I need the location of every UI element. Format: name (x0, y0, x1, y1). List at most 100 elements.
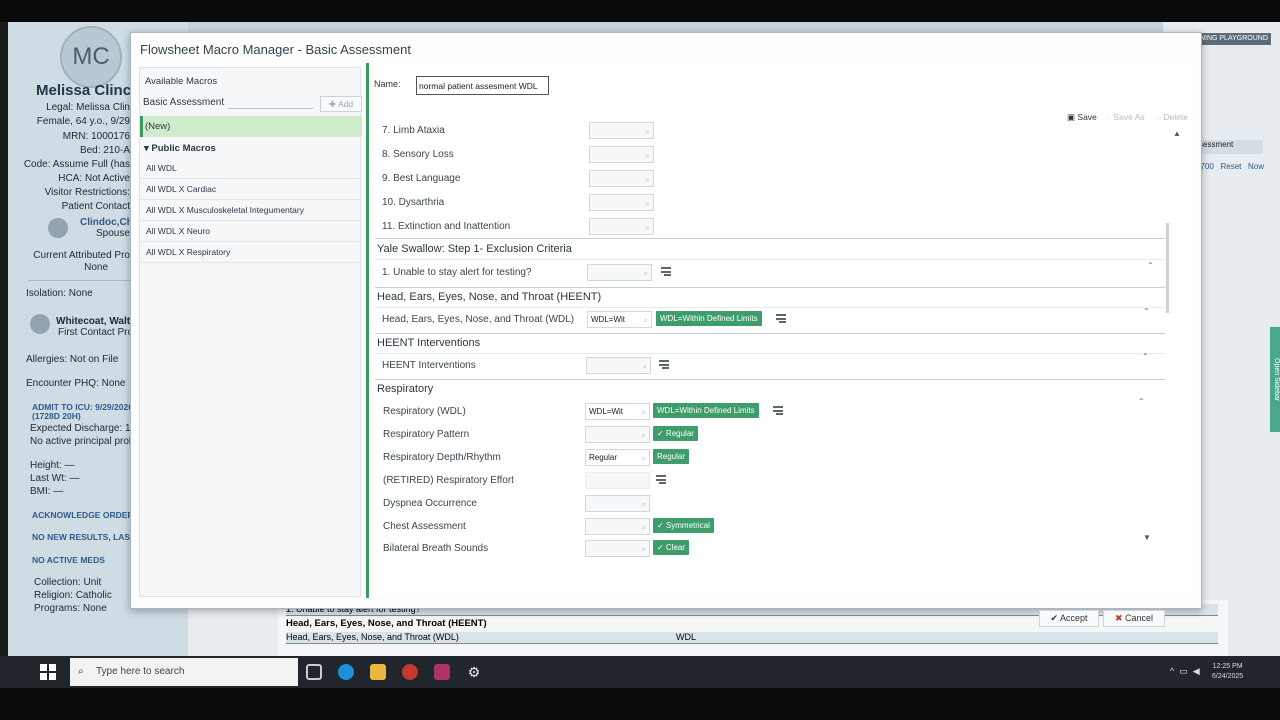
row-label: Head, Ears, Eyes, Nose, and Throat (WDL) (382, 314, 575, 325)
flowsheet-rows: 7. Limb Ataxia ⌕ 8. Sensory Loss ⌕ 9. Be… (371, 121, 1171, 596)
windows-start-icon[interactable] (40, 664, 56, 680)
macro-item-all-wdl-x-respiratory[interactable]: All WDL X Respiratory (140, 242, 362, 263)
row-value-field[interactable]: ⌕ (585, 540, 650, 557)
task-view-icon[interactable] (306, 664, 322, 680)
expected-discharge[interactable]: Expected Discharge: 145 (30, 423, 142, 434)
acknowledge-orders-link[interactable]: ACKNOWLEDGE ORDERS ( (32, 510, 144, 520)
background-time-actions: 0700 Reset Now (1196, 162, 1264, 171)
tray-chevron-icon[interactable]: ^ (1170, 666, 1174, 676)
public-macros-label: Public Macros (151, 143, 216, 154)
first-contact-name[interactable]: Whitecoat, Walt, (56, 316, 133, 327)
add-macro-button[interactable]: ✚ Add (320, 96, 362, 112)
macro-name-input[interactable] (416, 76, 549, 95)
patient-avatar: MC (60, 26, 122, 88)
selection-tag[interactable]: ✓ Symmetrical (653, 518, 714, 533)
religion: Religion: Catholic (34, 590, 112, 601)
row-value-field[interactable]: WDL=Wit ⌕ (585, 403, 650, 420)
no-active-meds-link[interactable]: NO ACTIVE MEDS (32, 555, 105, 565)
file-explorer-icon[interactable] (370, 664, 386, 680)
macro-item-new[interactable]: (New) (140, 116, 362, 137)
macro-item-all-wdl[interactable]: All WDL (140, 158, 362, 179)
row-value-field[interactable]: ⌕ (586, 357, 651, 374)
edge-browser-icon[interactable] (338, 664, 354, 680)
field-value: Regular (589, 453, 618, 462)
epic-app-icon[interactable] (434, 664, 450, 680)
macro-list-panel: Available Macros Basic Assessment ✚ Add … (139, 67, 362, 597)
section-header-yale-swallow: Yale Swallow: Step 1- Exclusion Criteria (377, 243, 572, 255)
comment-icon[interactable] (656, 475, 666, 484)
flowsheet-row: Respiratory Pattern ⌕ ✓ Regular (371, 425, 1161, 447)
taskbar-search-input[interactable]: ⌕ Type here to search (70, 658, 298, 686)
available-macros-label: Available Macros (145, 76, 218, 87)
row-value-field[interactable]: ⌕ (589, 122, 654, 139)
flowsheet-row: 9. Best Language ⌕ (371, 169, 1161, 191)
patient-name[interactable]: Melissa Clinc (36, 82, 131, 99)
desktop: MC Melissa Clinc Legal: Melissa Clin Fem… (8, 22, 1280, 690)
row-label: Respiratory (WDL) (383, 406, 466, 417)
selection-tag[interactable]: ✓ Clear (653, 540, 690, 555)
search-icon: ⌕ (643, 269, 648, 278)
comment-icon[interactable] (659, 360, 669, 369)
allergies[interactable]: Allergies: Not on File (26, 354, 118, 365)
app-icon[interactable] (402, 664, 418, 680)
name-label: Name: (374, 79, 401, 89)
selection-tag[interactable]: Regular (653, 449, 690, 464)
row-value-field[interactable]: ⌕ (589, 170, 654, 187)
row-value-field[interactable]: ⌕ (589, 146, 654, 163)
volume-icon[interactable]: ◀ (1193, 666, 1200, 676)
collection: Collection: Unit (34, 577, 102, 588)
wdl-selection-tag[interactable]: WDL=Within Defined Limits (656, 311, 762, 326)
background-reset-link[interactable]: Reset (1220, 162, 1241, 171)
last-weight: Last Wt: — (30, 473, 80, 484)
row-value-field[interactable]: ⌕ (589, 218, 654, 235)
plus-icon: ✚ (328, 99, 338, 109)
background-assessment-tab[interactable]: ssessment (1193, 140, 1263, 154)
search-icon: ⌕ (645, 151, 650, 160)
comment-icon[interactable] (776, 314, 786, 323)
flowsheet-row: 1. Unable to stay alert for testing? ⌕ (371, 263, 1161, 285)
patient-contact-name[interactable]: Clindoc,Ch (80, 217, 133, 228)
encounter-phq[interactable]: Encounter PHQ: None (26, 378, 126, 389)
comment-icon[interactable] (661, 267, 671, 276)
flowsheet-row: Chest Assessment ⌕ ✓ Symmetrical (371, 517, 1161, 539)
flowsheet-row: (RETIRED) Respiratory Effort (371, 471, 1161, 493)
row-value-field[interactable]: ⌕ (585, 518, 650, 535)
screen: MC Melissa Clinc Legal: Melissa Clin Fem… (0, 0, 1280, 720)
macro-item-all-wdl-x-cardiac[interactable]: All WDL X Cardiac (140, 179, 362, 200)
isolation-status: Isolation: None (26, 288, 93, 299)
public-macros-header[interactable]: ▾ Public Macros (144, 141, 216, 156)
background-now-link[interactable]: Now (1248, 162, 1264, 171)
open-sidebar-tab[interactable]: Open Sidebar (1270, 327, 1280, 432)
field-value: WDL=Wit (591, 315, 625, 324)
macro-editor-panel: Name: ▣ Save ◌ Save As ◌ Delete ▲ ▼ 7. L… (366, 63, 1196, 598)
row-value-field[interactable]: ⌕ (585, 495, 650, 512)
contact-avatar-icon (48, 218, 68, 238)
search-icon: ⌕ (643, 316, 648, 325)
row-label: Respiratory Pattern (383, 429, 470, 440)
section-divider (375, 259, 1165, 260)
row-value-field[interactable]: ⌕ (587, 264, 652, 281)
selection-tag[interactable]: ✓ Regular (653, 426, 698, 441)
macro-item-all-wdl-x-musculoskeletal[interactable]: All WDL X Musculoskeletal Integumentary (140, 200, 362, 221)
comment-icon[interactable] (773, 406, 783, 415)
taskbar-clock[interactable]: 12:25 PM 6/24/2025 (1212, 662, 1243, 682)
row-value-field[interactable]: ⌕ (589, 194, 654, 211)
row-value-field[interactable]: Regular ⌕ (585, 449, 650, 466)
settings-gear-icon[interactable]: ⚙ (466, 664, 482, 680)
macro-item-all-wdl-x-neuro[interactable]: All WDL X Neuro (140, 221, 362, 242)
accept-button[interactable]: ✔ Accept (1039, 610, 1099, 627)
network-icon[interactable]: ▭ (1179, 666, 1188, 676)
cancel-button[interactable]: ✖ Cancel (1103, 610, 1165, 627)
attributed-provider-label: Current Attributed Pro (33, 250, 130, 261)
section-header-heent: Head, Ears, Eyes, Nose, and Throat (HEEN… (377, 291, 602, 303)
row-value-field[interactable] (585, 472, 650, 489)
row-value-field[interactable]: WDL=Wit ⌕ (587, 311, 652, 328)
scroll-up-icon[interactable]: ▲ (1173, 129, 1181, 138)
row-value-field[interactable]: ⌕ (585, 426, 650, 443)
sidebar-divider (28, 280, 143, 281)
principal-problem[interactable]: No active principal probl (30, 436, 137, 447)
flowsheet-row: 8. Sensory Loss ⌕ (371, 145, 1161, 167)
wdl-selection-tag[interactable]: WDL=Within Defined Limits (653, 403, 759, 418)
field-value: WDL=Wit (589, 407, 623, 416)
row-label: Dyspnea Occurrence (383, 498, 477, 509)
